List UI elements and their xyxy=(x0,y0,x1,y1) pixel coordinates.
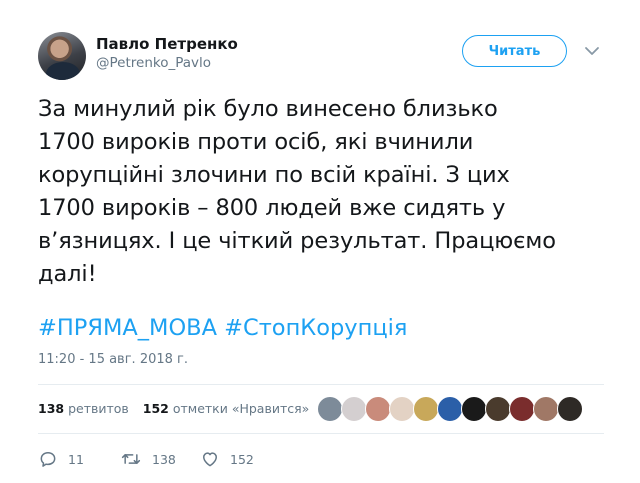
divider xyxy=(38,433,604,434)
liker-avatar[interactable] xyxy=(389,396,415,422)
like-button[interactable]: 152 xyxy=(200,448,254,470)
likes-count: 152 xyxy=(142,401,169,416)
liker-avatar[interactable] xyxy=(317,396,343,422)
liker-avatar[interactable] xyxy=(365,396,391,422)
liker-avatar[interactable] xyxy=(461,396,487,422)
hashtag-link[interactable]: #ПРЯМА_МОВА xyxy=(38,315,217,341)
reply-icon xyxy=(40,452,56,467)
liker-avatar[interactable] xyxy=(437,396,463,422)
retweet-icon xyxy=(121,454,141,464)
liker-avatar[interactable] xyxy=(509,396,535,422)
author-handle[interactable]: @Petrenko_Pavlo xyxy=(96,55,211,71)
liker-avatar[interactable] xyxy=(341,396,367,422)
retweet-button[interactable]: 138 xyxy=(120,448,176,470)
timestamp[interactable]: 11:20 - 15 авг. 2018 г. xyxy=(38,352,188,367)
retweet-count: 138 xyxy=(152,451,176,467)
tweet-text: За минулий рік було винесено близько 170… xyxy=(38,96,556,287)
liker-avatar[interactable] xyxy=(557,396,583,422)
likes-label: отметки «Нравится» xyxy=(172,401,310,416)
avatar[interactable] xyxy=(38,32,86,80)
engagement-stats: 138 ретвитов 152 отметки «Нравится» xyxy=(38,401,309,416)
hashtags: #ПРЯМА_МОВА #СтопКорупція xyxy=(38,312,407,345)
liker-avatars xyxy=(317,396,587,422)
divider xyxy=(38,384,604,385)
likes-stat[interactable]: 152 отметки «Нравится» xyxy=(143,401,310,416)
hashtag-link[interactable]: #СтопКорупція xyxy=(224,315,407,341)
follow-button[interactable]: Читать xyxy=(462,35,567,67)
reply-button[interactable]: 11 xyxy=(38,448,84,470)
author-name[interactable]: Павло Петренко xyxy=(96,35,238,53)
liker-avatar[interactable] xyxy=(533,396,559,422)
liker-avatar[interactable] xyxy=(485,396,511,422)
retweets-count: 138 xyxy=(38,401,65,416)
retweets-stat[interactable]: 138 ретвитов xyxy=(38,401,129,416)
liker-avatar[interactable] xyxy=(413,396,439,422)
retweets-label: ретвитов xyxy=(68,401,129,416)
action-bar: 11 138 152 xyxy=(38,448,338,470)
chevron-down-icon[interactable] xyxy=(584,44,600,58)
tweet-card: Павло Петренко @Petrenko_Pavlo Читать За… xyxy=(0,0,640,483)
reply-count: 11 xyxy=(68,451,84,467)
like-count: 152 xyxy=(230,451,254,467)
heart-icon xyxy=(203,452,217,467)
